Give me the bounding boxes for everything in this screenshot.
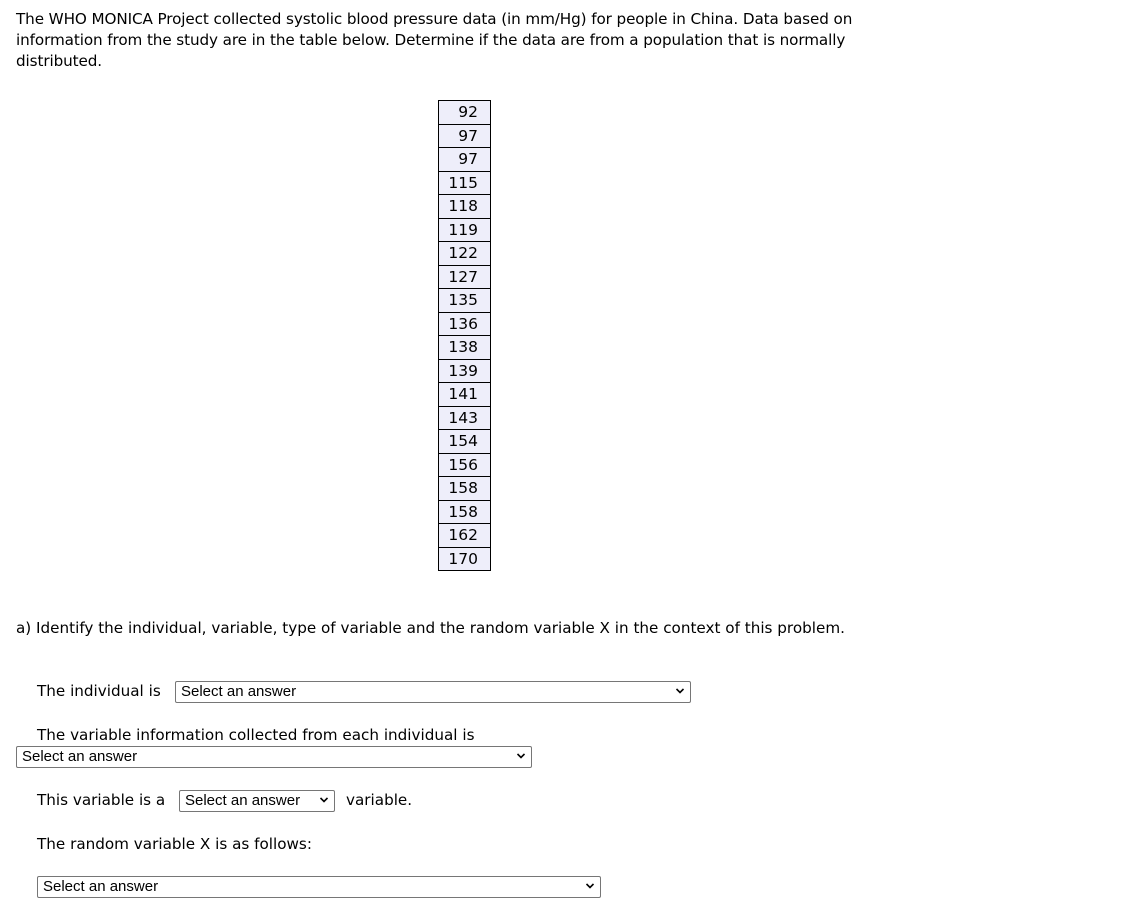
table-cell: 97	[438, 147, 491, 172]
table-row: 136	[438, 311, 491, 336]
random-variable-select-value: Select an answer	[43, 878, 159, 895]
table-row: 143	[438, 405, 491, 430]
table-row: 162	[438, 523, 491, 548]
table-row: 141	[438, 382, 491, 407]
table-row: 119	[438, 217, 491, 242]
table-cell: 118	[438, 194, 491, 219]
chevron-down-icon	[586, 883, 594, 889]
data-table: 92 97 97 115 118 119 122 127 135 136 138 139 141 143 1…	[438, 100, 491, 571]
table-cell: 115	[438, 170, 491, 195]
table-row: 92	[438, 100, 491, 125]
table-row: 158	[438, 499, 491, 524]
table-cell: 139	[438, 358, 491, 383]
table-row: 115	[438, 170, 491, 195]
table-row: 97	[438, 147, 491, 172]
type-label-suffix: variable.	[346, 791, 413, 809]
table-cell: 127	[438, 264, 491, 289]
table-row: 127	[438, 264, 491, 289]
table-cell: 158	[438, 476, 491, 501]
chevron-down-icon	[320, 797, 328, 803]
table-cell: 119	[438, 217, 491, 242]
table-cell: 143	[438, 405, 491, 430]
problem-statement: The WHO MONICA Project collected systoli…	[16, 10, 853, 70]
table-row: 158	[438, 476, 491, 501]
table-cell: 138	[438, 335, 491, 360]
random-variable-select[interactable]: Select an answer	[37, 876, 601, 898]
variable-select-value: Select an answer	[22, 748, 138, 765]
table-row: 135	[438, 288, 491, 313]
random-variable-label: The random variable X is as follows:	[37, 835, 312, 853]
table-row: 154	[438, 429, 491, 454]
table-cell: 92	[438, 100, 491, 125]
table-row: 170	[438, 546, 491, 571]
table-cell: 162	[438, 523, 491, 548]
type-select[interactable]: Select an answer	[179, 790, 335, 812]
table-row: 138	[438, 335, 491, 360]
table-cell: 136	[438, 311, 491, 336]
table-row: 118	[438, 194, 491, 219]
individual-select[interactable]: Select an answer	[175, 681, 691, 703]
type-select-value: Select an answer	[185, 792, 301, 809]
part-a-prompt: a) Identify the individual, variable, ty…	[16, 619, 845, 637]
variable-select[interactable]: Select an answer	[16, 746, 532, 768]
table-cell: 158	[438, 499, 491, 524]
table-cell: 122	[438, 241, 491, 266]
chevron-down-icon	[517, 753, 525, 759]
table-cell: 97	[438, 123, 491, 148]
table-cell: 156	[438, 452, 491, 477]
variable-label: The variable information collected from …	[37, 726, 475, 744]
table-cell: 154	[438, 429, 491, 454]
table-row: 139	[438, 358, 491, 383]
individual-select-value: Select an answer	[181, 683, 297, 700]
individual-label: The individual is	[37, 682, 161, 700]
type-label: This variable is a	[37, 791, 166, 809]
table-cell: 170	[438, 546, 491, 571]
table-cell: 141	[438, 382, 491, 407]
table-cell: 135	[438, 288, 491, 313]
table-row: 122	[438, 241, 491, 266]
table-row: 156	[438, 452, 491, 477]
chevron-down-icon	[676, 688, 684, 694]
table-row: 97	[438, 123, 491, 148]
